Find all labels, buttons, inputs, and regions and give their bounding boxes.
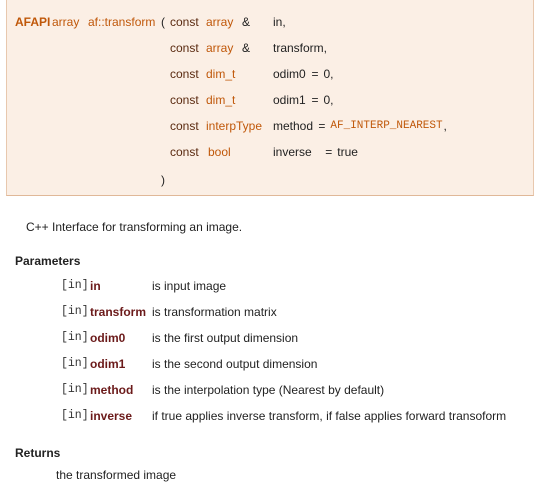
param-qualifier: const — [170, 93, 199, 107]
param-equals: = — [311, 93, 319, 107]
param-default: 0, — [323, 67, 334, 81]
param-name: in — [90, 279, 101, 293]
param-default: 0, — [323, 93, 334, 107]
param-type[interactable]: dim_t — [206, 67, 235, 81]
param-equals: = — [325, 145, 333, 159]
param-type[interactable]: array — [206, 15, 233, 29]
param-name: odim0 — [90, 331, 126, 345]
param-qualifier: const — [170, 41, 199, 55]
param-name: transform, — [273, 41, 328, 55]
returns-text: the transformed image — [56, 468, 177, 482]
param-ref: & — [242, 15, 251, 29]
returns-heading: Returns — [15, 446, 61, 460]
param-direction: [in] — [61, 409, 89, 422]
param-name: inverse — [90, 409, 133, 423]
param-description: is the second output dimension — [152, 357, 318, 371]
return-type[interactable]: array — [52, 15, 79, 29]
open-paren: ( — [161, 15, 165, 29]
param-name: method — [90, 383, 134, 397]
param-name: method — [273, 119, 314, 133]
param-direction: [in] — [61, 279, 89, 292]
param-type[interactable]: bool — [208, 145, 231, 159]
function-prototype-box: AFAPI array af::transform ( ) const array… — [6, 0, 534, 196]
param-qualifier: const — [170, 15, 199, 29]
param-ref: & — [242, 41, 251, 55]
param-trail: , — [443, 119, 447, 133]
param-name: in, — [273, 15, 286, 29]
param-default[interactable]: AF_INTERP_NEAREST — [330, 119, 442, 133]
api-macro: AFAPI — [15, 15, 51, 29]
param-name: odim1 — [90, 357, 126, 371]
param-equals: = — [311, 67, 319, 81]
param-direction: [in] — [61, 305, 89, 318]
param-type[interactable]: interpType — [206, 119, 262, 133]
param-description: is the first output dimension — [152, 331, 299, 345]
param-name: inverse — [273, 145, 312, 159]
param-description: is transformation matrix — [152, 305, 277, 319]
close-paren: ) — [161, 173, 165, 187]
param-equals: = — [318, 119, 326, 133]
parameters-heading: Parameters — [15, 254, 81, 268]
param-direction: [in] — [61, 357, 89, 370]
function-name[interactable]: af::transform — [88, 15, 155, 29]
param-default: true — [337, 145, 358, 159]
param-direction: [in] — [61, 383, 89, 396]
brief-description: C++ Interface for transforming an image. — [26, 220, 243, 234]
param-type[interactable]: array — [206, 41, 233, 55]
param-name: odim1 — [273, 93, 306, 107]
param-description: is the interpolation type (Nearest by de… — [152, 383, 385, 397]
param-description: is input image — [152, 279, 227, 293]
param-type[interactable]: dim_t — [206, 93, 235, 107]
param-name: odim0 — [273, 67, 306, 81]
param-qualifier: const — [170, 145, 199, 159]
param-description: if true applies inverse transform, if fa… — [152, 409, 507, 423]
param-direction: [in] — [61, 331, 89, 344]
param-name: transform — [90, 305, 147, 319]
param-qualifier: const — [170, 119, 199, 133]
param-qualifier: const — [170, 67, 199, 81]
